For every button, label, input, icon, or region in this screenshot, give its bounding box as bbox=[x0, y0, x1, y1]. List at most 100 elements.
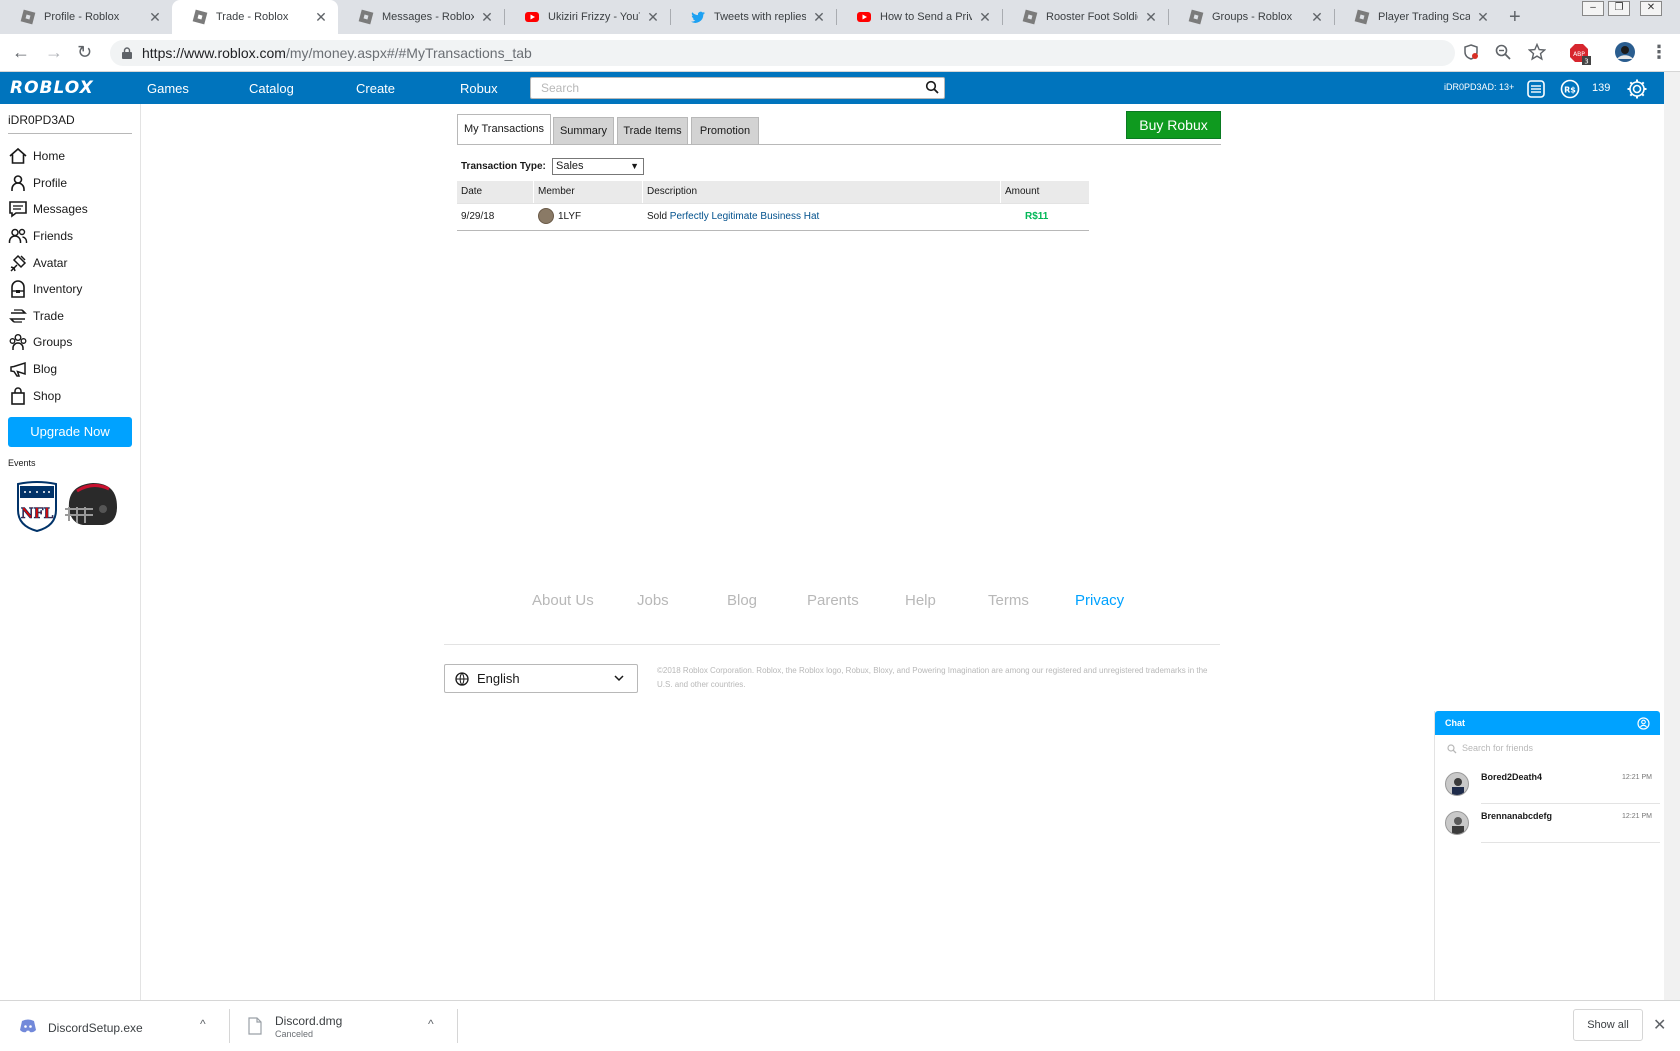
close-icon[interactable]: ✕ bbox=[812, 9, 826, 26]
tab-trade-items[interactable]: Trade Items bbox=[617, 117, 688, 145]
chevron-up-icon[interactable]: ^ bbox=[200, 1017, 206, 1031]
column-header-description[interactable]: Description bbox=[643, 181, 1001, 203]
close-icon[interactable]: ✕ bbox=[314, 9, 328, 26]
download-item[interactable]: DiscordSetup.exe ^ bbox=[0, 1001, 224, 1051]
new-tab-plus-icon[interactable]: + bbox=[1509, 6, 1521, 29]
table-cell-description: Sold Perfectly Legitimate Business Hat bbox=[643, 203, 1001, 230]
browser-tab[interactable]: Rooster Foot Soldier ✕ bbox=[1002, 0, 1168, 34]
reload-icon[interactable]: ↻ bbox=[77, 42, 92, 63]
nav-catalog[interactable]: Catalog bbox=[249, 81, 294, 96]
close-icon[interactable]: ✕ bbox=[646, 9, 660, 26]
chat-search-input[interactable]: Search for friends bbox=[1462, 743, 1533, 753]
robux-icon[interactable]: R$ bbox=[1560, 79, 1580, 99]
football-helmet-icon[interactable] bbox=[63, 479, 121, 531]
browser-tab[interactable]: How to Send a Privat ✕ bbox=[836, 0, 1002, 34]
sidebar-item-avatar[interactable]: Avatar bbox=[8, 251, 132, 275]
browser-tab[interactable]: Player Trading Scams ✕ bbox=[1334, 0, 1500, 34]
chat-friend-row[interactable]: Bored2Death4 12:21 PM bbox=[1435, 766, 1660, 804]
sidebar-item-trade[interactable]: Trade bbox=[8, 304, 132, 328]
sidebar-item-friends[interactable]: Friends bbox=[8, 224, 132, 248]
sidebar-item-messages[interactable]: Messages bbox=[8, 197, 132, 221]
messages-list-icon[interactable] bbox=[1526, 79, 1546, 99]
sidebar-item-label: Home bbox=[33, 149, 66, 163]
footer-link-help[interactable]: Help bbox=[905, 592, 936, 609]
close-icon[interactable]: ✕ bbox=[480, 9, 494, 26]
sidebar-item-label: Blog bbox=[33, 362, 58, 376]
member-avatar[interactable] bbox=[538, 208, 554, 224]
back-arrow-icon[interactable]: ← bbox=[12, 42, 30, 63]
roblox-logo[interactable]: ROBLOX bbox=[10, 78, 94, 98]
chevron-up-icon[interactable]: ^ bbox=[428, 1017, 434, 1031]
nfl-logo-icon[interactable]: NFL bbox=[16, 480, 58, 532]
search-icon[interactable] bbox=[925, 80, 939, 94]
language-select[interactable]: English bbox=[444, 664, 638, 693]
browser-tab[interactable]: Messages - Roblox ✕ bbox=[338, 0, 504, 34]
download-item[interactable]: Discord.dmg Canceled ^ bbox=[232, 1001, 452, 1051]
svg-text:R$: R$ bbox=[1564, 86, 1576, 95]
footer-link-parents[interactable]: Parents bbox=[807, 592, 859, 609]
address-bar[interactable]: https://www.roblox.com/my/money.aspx#/#M… bbox=[110, 40, 1455, 66]
transaction-type-select[interactable]: Sales ▼ bbox=[552, 158, 644, 175]
bookmark-star-icon[interactable] bbox=[1528, 43, 1546, 61]
browser-tab[interactable]: Groups - Roblox ✕ bbox=[1168, 0, 1334, 34]
close-icon[interactable]: ✕ bbox=[1653, 1015, 1666, 1035]
tab-promotion[interactable]: Promotion bbox=[691, 117, 759, 145]
settings-gear-icon[interactable] bbox=[1626, 78, 1648, 100]
footer-link-about-us[interactable]: About Us bbox=[532, 592, 594, 609]
new-chat-icon[interactable] bbox=[1637, 717, 1650, 730]
table-row-divider bbox=[457, 230, 1089, 231]
robux-balance[interactable]: 139 bbox=[1592, 82, 1610, 94]
nav-create[interactable]: Create bbox=[356, 81, 395, 96]
sidebar-username[interactable]: iDR0PD3AD bbox=[8, 113, 75, 127]
close-icon[interactable]: ✕ bbox=[1310, 9, 1324, 26]
browser-tab[interactable]: Tweets with replies b ✕ bbox=[670, 0, 836, 34]
left-sidebar: iDR0PD3AD Home Profile Messages Friends … bbox=[0, 104, 141, 1000]
close-icon[interactable]: ✕ bbox=[148, 9, 162, 26]
column-header-member[interactable]: Member bbox=[534, 181, 643, 203]
sidebar-item-inventory[interactable]: Inventory bbox=[8, 277, 132, 301]
zoom-icon[interactable] bbox=[1494, 43, 1512, 61]
close-icon[interactable]: ✕ bbox=[978, 9, 992, 26]
table-cell-member[interactable]: 1LYF bbox=[554, 203, 643, 230]
sidebar-item-groups[interactable]: Groups bbox=[8, 330, 132, 354]
minimize-icon[interactable]: – bbox=[1582, 1, 1604, 16]
adblock-extension-icon[interactable]: ABP3 bbox=[1569, 43, 1591, 65]
buy-robux-button[interactable]: Buy Robux bbox=[1126, 111, 1221, 139]
header-username[interactable]: iDR0PD3AD: 13+ bbox=[1444, 82, 1514, 92]
forward-arrow-icon[interactable]: → bbox=[45, 42, 63, 63]
chat-header[interactable]: Chat bbox=[1435, 711, 1660, 735]
restore-icon[interactable]: ❐ bbox=[1608, 1, 1630, 16]
sidebar-item-home[interactable]: Home bbox=[8, 144, 132, 168]
show-all-downloads-button[interactable]: Show all bbox=[1573, 1009, 1643, 1041]
close-icon[interactable]: ✕ bbox=[1476, 9, 1490, 26]
sidebar-item-blog[interactable]: Blog bbox=[8, 357, 132, 381]
sidebar-item-profile[interactable]: Profile bbox=[8, 171, 132, 195]
window-close-icon[interactable]: ✕ bbox=[1640, 1, 1662, 16]
footer-link-privacy[interactable]: Privacy bbox=[1075, 592, 1124, 609]
search-input[interactable]: Search bbox=[530, 77, 945, 99]
tab-my-transactions[interactable]: My Transactions bbox=[457, 114, 551, 145]
chat-friend-row[interactable]: Brennanabcdefg 12:21 PM bbox=[1435, 805, 1660, 843]
nav-robux[interactable]: Robux bbox=[460, 81, 498, 96]
close-icon[interactable]: ✕ bbox=[1144, 9, 1158, 26]
language-value: English bbox=[477, 671, 520, 686]
roblox-icon bbox=[1354, 9, 1370, 25]
upgrade-now-button[interactable]: Upgrade Now bbox=[8, 417, 132, 447]
tab-summary[interactable]: Summary bbox=[553, 117, 614, 145]
profile-avatar-icon[interactable] bbox=[1614, 41, 1636, 63]
browser-tab-active[interactable]: Trade - Roblox ✕ bbox=[172, 0, 338, 34]
browser-tab[interactable]: Ukiziri Frizzy - YouTub ✕ bbox=[504, 0, 670, 34]
footer-link-terms[interactable]: Terms bbox=[988, 592, 1029, 609]
nav-games[interactable]: Games bbox=[147, 81, 189, 96]
site-settings-icon[interactable] bbox=[1462, 43, 1480, 61]
column-header-date[interactable]: Date bbox=[457, 181, 534, 203]
tab-title: How to Send a Privat bbox=[880, 11, 972, 23]
browser-menu-icon[interactable]: ⋮ bbox=[1650, 42, 1668, 63]
browser-tab[interactable]: Profile - Roblox ✕ bbox=[0, 0, 172, 34]
page-scrollbar[interactable] bbox=[1664, 72, 1680, 1000]
footer-link-jobs[interactable]: Jobs bbox=[637, 592, 669, 609]
footer-link-blog[interactable]: Blog bbox=[727, 592, 757, 609]
item-link[interactable]: Perfectly Legitimate Business Hat bbox=[670, 211, 820, 222]
column-header-amount[interactable]: Amount bbox=[1001, 181, 1089, 203]
sidebar-item-shop[interactable]: Shop bbox=[8, 384, 132, 408]
